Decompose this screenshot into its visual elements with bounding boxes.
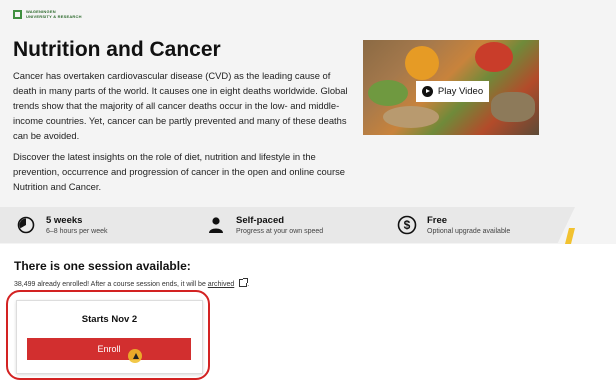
logo-line2: UNIVERSITY & RESEARCH <box>26 13 82 19</box>
logo-mark-icon <box>13 10 22 19</box>
stat-pace-title: Self-paced <box>236 215 285 226</box>
person-icon <box>206 215 226 235</box>
play-video-label: Play Video <box>437 86 484 97</box>
stat-duration-subtitle: 6–8 hours per week <box>46 228 108 235</box>
accent-stripe <box>565 228 575 244</box>
university-logo[interactable]: WAGENINGEN UNIVERSITY & RESEARCH <box>13 9 82 19</box>
external-link-icon <box>239 278 249 287</box>
course-description: Cancer has overtaken cardiovascular dise… <box>13 70 348 141</box>
session-start-date: Starts Nov 2 <box>81 314 138 325</box>
session-card: Starts Nov 2 Enroll <box>16 300 203 374</box>
play-icon <box>421 86 433 97</box>
session-section: There is one session available: 38,499 a… <box>0 244 616 381</box>
svg-text:$: $ <box>404 218 411 232</box>
stat-pace: Self-paced Progress at your own speed <box>206 207 323 243</box>
course-description-2: Discover the latest insights on the role… <box>13 151 345 192</box>
clock-icon <box>16 215 36 235</box>
course-title: Nutrition and Cancer <box>13 38 221 61</box>
stat-pace-subtitle: Progress at your own speed <box>236 228 324 235</box>
dollar-icon: $ <box>397 215 417 235</box>
enrollment-note-text: 38,499 already enrolled! After a course … <box>14 281 206 288</box>
enroll-label: Enroll <box>97 344 121 354</box>
session-heading: There is one session available: <box>14 259 191 273</box>
stat-price: $ Free Optional upgrade available <box>397 207 510 243</box>
play-video-button[interactable]: Play Video <box>416 81 489 102</box>
course-stats-bar: 5 weeks 6–8 hours per week Self-paced Pr… <box>0 207 575 243</box>
course-video-thumbnail[interactable]: Play Video <box>363 40 539 135</box>
stat-duration-title: 5 weeks <box>46 215 83 226</box>
stat-duration: 5 weeks 6–8 hours per week <box>16 207 107 243</box>
enroll-button[interactable]: Enroll <box>27 338 191 363</box>
enrollment-note: 38,499 already enrolled! After a course … <box>14 278 249 288</box>
stat-price-subtitle: Optional upgrade available <box>427 228 511 235</box>
cursor-icon <box>133 353 139 359</box>
archived-link[interactable]: archived <box>208 281 234 288</box>
stat-price-title: Free <box>427 215 448 226</box>
course-hero: WAGENINGEN UNIVERSITY & RESEARCH Nutriti… <box>0 0 616 206</box>
